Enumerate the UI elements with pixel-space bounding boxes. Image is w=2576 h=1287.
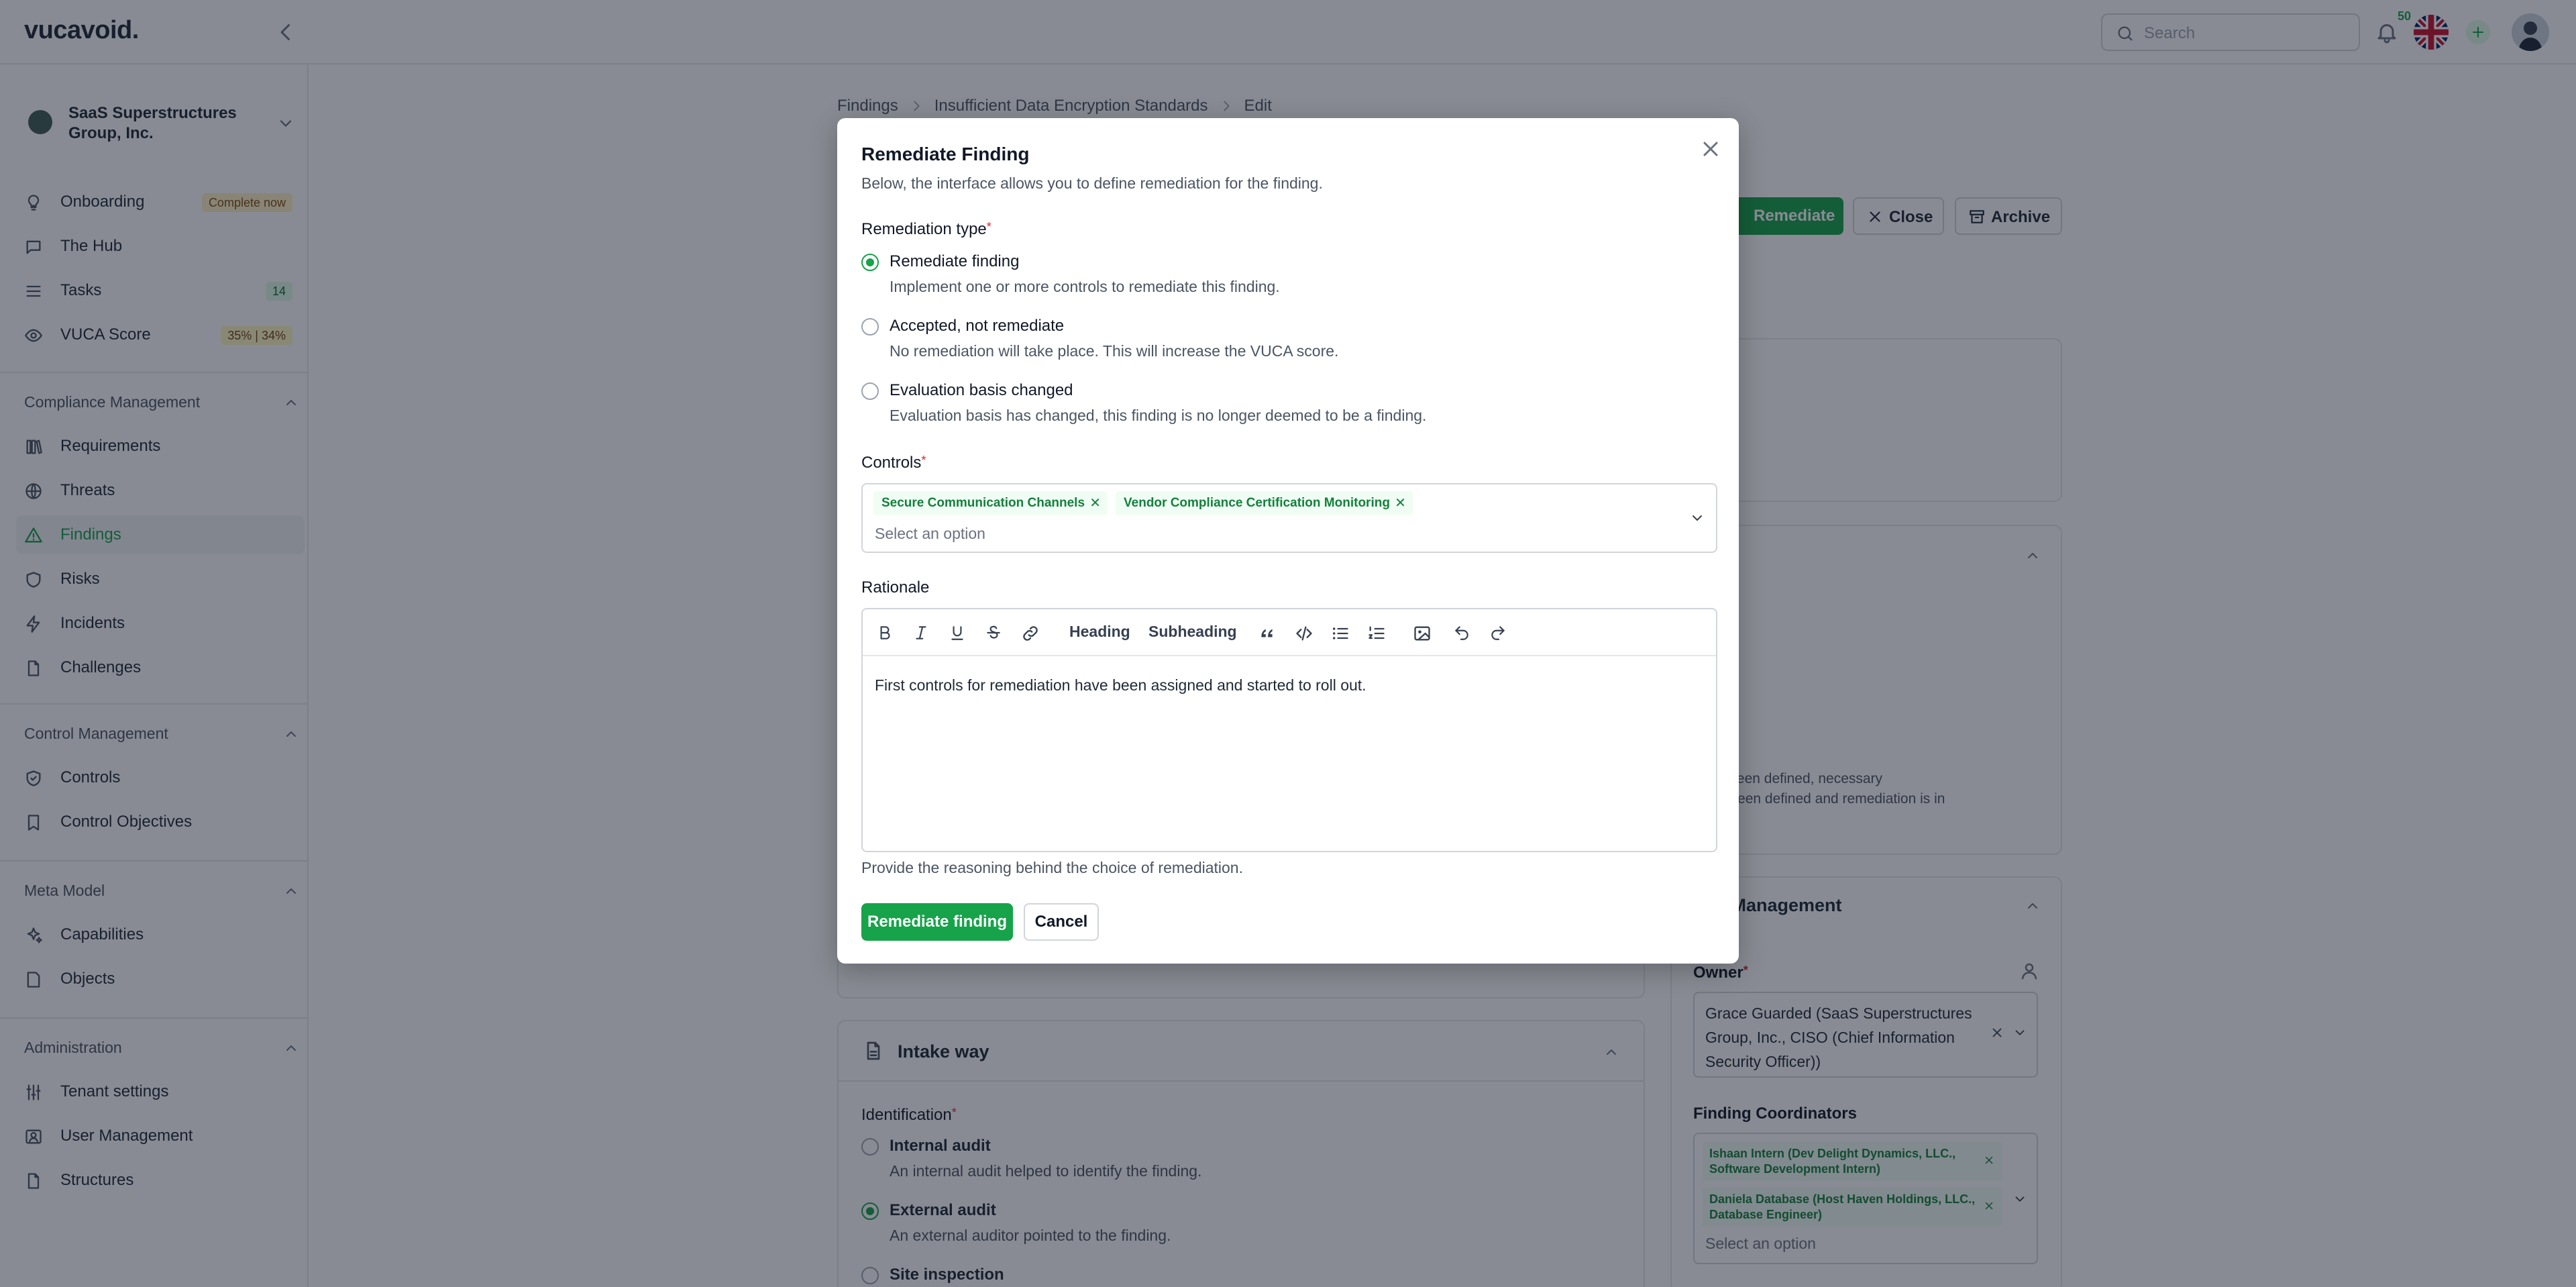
dialog-title: Remediate Finding: [861, 144, 1030, 164]
remove-tag-icon[interactable]: ✕: [1089, 495, 1101, 511]
option-label: Accepted, not remediate: [890, 317, 1065, 335]
bold-icon[interactable]: [876, 624, 894, 641]
subheading-button[interactable]: Subheading: [1148, 623, 1237, 641]
option-label: Remediate finding: [890, 252, 1020, 270]
quote-icon[interactable]: [1258, 624, 1276, 641]
option-desc: No remediation will take place. This wil…: [890, 342, 1339, 360]
bullet-list-icon[interactable]: [1331, 624, 1350, 643]
rationale-text[interactable]: First controls for remediation have been…: [875, 676, 1366, 694]
radio-remediate-finding[interactable]: [861, 254, 879, 271]
dialog-subtitle: Below, the interface allows you to defin…: [861, 174, 1323, 192]
option-desc: Implement one or more controls to remedi…: [890, 278, 1280, 295]
heading-button[interactable]: Heading: [1069, 623, 1130, 641]
strikethrough-icon[interactable]: [985, 624, 1002, 641]
remediation-type-label: Remediation type*: [861, 220, 991, 238]
rationale-helper-text: Provide the reasoning behind the choice …: [861, 859, 1243, 876]
redo-icon[interactable]: [1489, 624, 1507, 641]
control-tag-label: Secure Communication Channels: [881, 496, 1085, 510]
radio-evaluation-basis-changed[interactable]: [861, 382, 879, 400]
remediate-finding-button[interactable]: Remediate finding: [861, 903, 1013, 941]
image-icon[interactable]: [1413, 624, 1432, 643]
controls-label: Controls*: [861, 454, 926, 472]
option-label: Evaluation basis changed: [890, 381, 1073, 399]
code-icon[interactable]: [1295, 624, 1313, 643]
controls-multiselect[interactable]: Secure Communication Channels ✕ Vendor Co…: [861, 483, 1717, 553]
undo-icon[interactable]: [1453, 624, 1470, 641]
rationale-label: Rationale: [861, 578, 930, 597]
remediate-finding-dialog: Remediate Finding Below, the interface a…: [837, 118, 1739, 964]
chevron-down-icon[interactable]: [1689, 510, 1705, 526]
close-icon[interactable]: [1699, 137, 1723, 161]
editor-toolbar: Heading Subheading: [863, 609, 1716, 656]
radio-accepted-not-remediate[interactable]: [861, 318, 879, 336]
option-desc: Evaluation basis has changed, this findi…: [890, 407, 1427, 424]
controls-placeholder: Select an option: [875, 525, 985, 542]
control-tag-label: Vendor Compliance Certification Monitori…: [1124, 496, 1390, 510]
link-icon[interactable]: [1021, 624, 1040, 643]
italic-icon[interactable]: [912, 624, 930, 641]
numbered-list-icon[interactable]: [1367, 624, 1386, 643]
control-tag: Vendor Compliance Certification Monitori…: [1116, 491, 1413, 515]
cancel-button[interactable]: Cancel: [1024, 903, 1099, 941]
underline-icon[interactable]: [949, 624, 966, 641]
rationale-editor: Heading Subheading First controls for re…: [861, 608, 1717, 852]
control-tag: Secure Communication Channels ✕: [873, 491, 1108, 515]
remove-tag-icon[interactable]: ✕: [1395, 495, 1406, 511]
